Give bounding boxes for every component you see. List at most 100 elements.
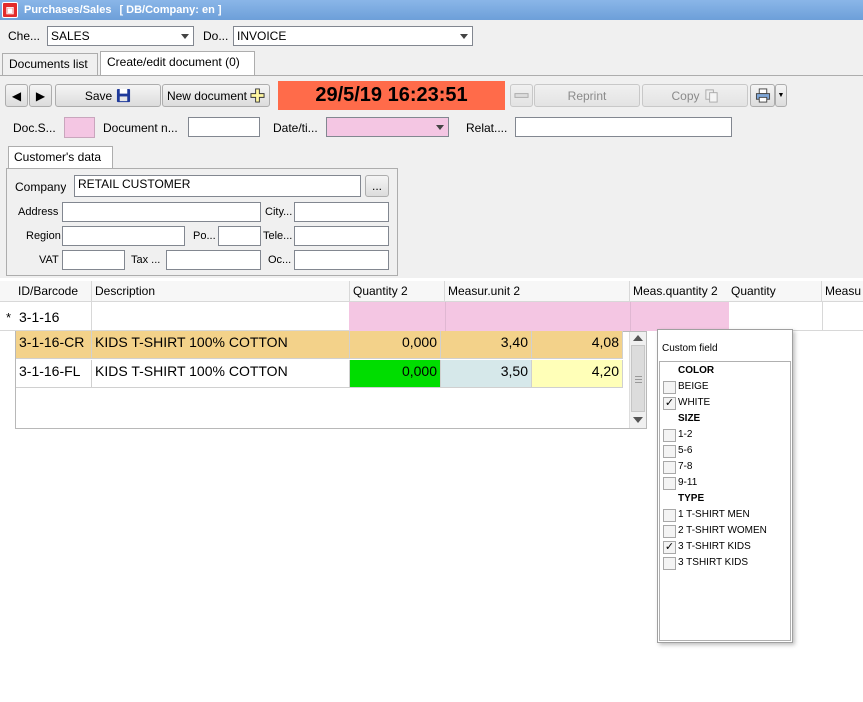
city-label: City... bbox=[265, 206, 293, 218]
checkbox[interactable] bbox=[663, 477, 676, 490]
table-row[interactable]: 3-1-16-CR KIDS T-SHIRT 100% COTTON 0,000… bbox=[16, 331, 629, 360]
che-select[interactable]: SALES bbox=[47, 26, 194, 46]
checkbox-checked[interactable]: ✓ bbox=[663, 541, 676, 554]
save-button[interactable]: Save bbox=[55, 84, 161, 107]
date-label: Date/ti... bbox=[273, 121, 318, 135]
custom-field-label: WHITE bbox=[678, 397, 711, 408]
custom-field-label: 1 T-SHIRT MEN bbox=[678, 509, 750, 520]
address-input[interactable] bbox=[62, 202, 261, 222]
checkbox bbox=[663, 413, 676, 426]
cell-measur-unit2[interactable]: 3,50 bbox=[441, 360, 532, 388]
cell-id[interactable]: 3-1-16-FL bbox=[16, 360, 92, 388]
custom-field-option[interactable]: 7-8 bbox=[658, 459, 788, 475]
new-document-button[interactable]: New document bbox=[162, 84, 270, 107]
region-input[interactable] bbox=[62, 226, 185, 246]
company-browse-button[interactable]: ... bbox=[365, 175, 389, 197]
reprint-button[interactable]: Reprint bbox=[534, 84, 640, 107]
cell-meas-quantity2[interactable]: 4,08 bbox=[532, 331, 623, 359]
checkbox[interactable] bbox=[663, 557, 676, 570]
grid-header: ID/Barcode Description Quantity 2 Measur… bbox=[0, 281, 863, 302]
tab-documents-list[interactable]: Documents list bbox=[2, 53, 98, 75]
checkbox-checked[interactable]: ✓ bbox=[663, 397, 676, 410]
new-document-label: New document bbox=[166, 88, 248, 103]
datetime-display: 29/5/19 16:23:51 bbox=[278, 81, 505, 110]
telephone-input[interactable] bbox=[294, 226, 389, 246]
tax-input[interactable] bbox=[166, 250, 261, 270]
column-header-quantity[interactable]: Quantity bbox=[731, 284, 776, 298]
do-select[interactable]: INVOICE bbox=[233, 26, 473, 46]
printer-icon bbox=[755, 88, 770, 103]
doc-series-field[interactable] bbox=[64, 117, 95, 138]
custom-field-option[interactable]: BEIGE bbox=[658, 379, 788, 395]
cell-description[interactable]: KIDS T-SHIRT 100% COTTON bbox=[92, 331, 350, 359]
tab-divider bbox=[0, 75, 863, 76]
relat-label: Relat.... bbox=[466, 121, 508, 135]
column-header-id[interactable]: ID/Barcode bbox=[18, 284, 78, 298]
custom-field-option[interactable]: 5-6 bbox=[658, 443, 788, 459]
column-header-measur-unit2[interactable]: Measur.unit 2 bbox=[448, 284, 520, 298]
nav-left-button[interactable]: ◀ bbox=[5, 84, 28, 107]
checkbox[interactable] bbox=[663, 381, 676, 394]
checkbox[interactable] bbox=[663, 461, 676, 474]
new-row-required-fields[interactable] bbox=[349, 302, 729, 331]
cell-quantity2[interactable]: 0,000 bbox=[350, 360, 441, 388]
custom-field-option[interactable]: ✓ 3 T-SHIRT KIDS bbox=[658, 539, 788, 555]
che-label: Che... bbox=[8, 29, 41, 43]
vat-input[interactable] bbox=[62, 250, 125, 270]
print-options-button[interactable]: ▼ bbox=[775, 84, 787, 107]
date-time-picker[interactable] bbox=[326, 117, 449, 137]
custom-field-option[interactable]: 3 TSHIRT KIDS bbox=[658, 555, 788, 571]
custom-field-label: 3 TSHIRT KIDS bbox=[678, 557, 749, 568]
checkbox[interactable] bbox=[663, 525, 676, 538]
custom-field-option[interactable]: 2 T-SHIRT WOMEN bbox=[658, 523, 788, 539]
custom-field-option[interactable]: 1-2 bbox=[658, 427, 788, 443]
scroll-down-icon[interactable] bbox=[633, 417, 643, 423]
checkbox bbox=[663, 365, 676, 378]
custom-field-label: COLOR bbox=[678, 365, 715, 376]
postcode-input[interactable] bbox=[218, 226, 261, 246]
copy-label: Copy bbox=[671, 88, 700, 103]
related-input[interactable] bbox=[515, 117, 732, 137]
new-row-id-input[interactable]: 3-1-16 bbox=[19, 309, 59, 325]
copy-button[interactable]: Copy bbox=[642, 84, 748, 107]
plus-icon bbox=[250, 88, 265, 103]
scroll-up-icon[interactable] bbox=[633, 335, 643, 341]
custom-field-option[interactable]: 1 T-SHIRT MEN bbox=[658, 507, 788, 523]
title-bar: ▣ Purchases/Sales [ DB/Company: en ] bbox=[0, 0, 863, 20]
cell-id[interactable]: 3-1-16-CR bbox=[16, 331, 92, 359]
cell-measur-unit2[interactable]: 3,40 bbox=[441, 331, 532, 359]
occupation-input[interactable] bbox=[294, 250, 389, 270]
custom-field-option[interactable]: ✓ WHITE bbox=[658, 395, 788, 411]
print-button[interactable] bbox=[750, 84, 775, 107]
dropdown-arrow-icon bbox=[181, 34, 189, 39]
column-header-quantity2[interactable]: Quantity 2 bbox=[353, 284, 408, 298]
new-entry-row[interactable]: * 3-1-16 bbox=[0, 302, 863, 331]
checkbox[interactable] bbox=[663, 445, 676, 458]
tab-create-edit-document[interactable]: Create/edit document (0) bbox=[100, 51, 255, 75]
column-header-description[interactable]: Description bbox=[95, 284, 155, 298]
cell-quantity2[interactable]: 0,000 bbox=[350, 331, 441, 359]
column-header-meas-quantity2[interactable]: Meas.quantity 2 bbox=[633, 284, 718, 298]
region-label: Region bbox=[26, 230, 61, 242]
app-icon: ▣ bbox=[2, 2, 18, 18]
doc-s-label: Doc.S... bbox=[13, 121, 56, 135]
nav-right-button[interactable]: ▶ bbox=[29, 84, 52, 107]
custom-field-title: Custom field bbox=[662, 343, 718, 354]
tab-customers-data[interactable]: Customer's data bbox=[8, 146, 113, 169]
custom-field-option[interactable]: 9-11 bbox=[658, 475, 788, 491]
minus-button[interactable] bbox=[510, 84, 533, 107]
items-scrollbar[interactable] bbox=[629, 332, 646, 428]
custom-field-label: BEIGE bbox=[678, 381, 709, 392]
cell-description[interactable]: KIDS T-SHIRT 100% COTTON bbox=[92, 360, 350, 388]
custom-field-label: 2 T-SHIRT WOMEN bbox=[678, 525, 767, 536]
checkbox[interactable] bbox=[663, 429, 676, 442]
floppy-disk-icon bbox=[117, 88, 131, 103]
cell-meas-quantity2[interactable]: 4,20 bbox=[532, 360, 623, 388]
document-number-input[interactable] bbox=[188, 117, 260, 137]
column-header-measu[interactable]: Measu bbox=[825, 284, 861, 298]
company-input[interactable]: RETAIL CUSTOMER bbox=[74, 175, 361, 197]
scroll-thumb[interactable] bbox=[631, 345, 645, 412]
table-row[interactable]: 3-1-16-FL KIDS T-SHIRT 100% COTTON 0,000… bbox=[16, 360, 629, 389]
city-input[interactable] bbox=[294, 202, 389, 222]
checkbox[interactable] bbox=[663, 509, 676, 522]
